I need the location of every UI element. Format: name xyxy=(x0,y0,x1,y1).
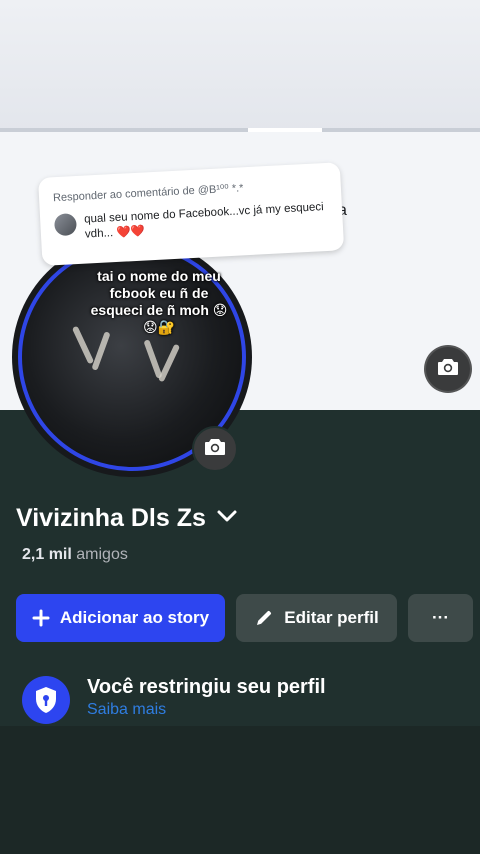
overlay-caption: tai o nome do meu fcbook eu ñ de esqueci… xyxy=(90,268,228,335)
pencil-icon xyxy=(254,608,274,628)
edit-profile-button[interactable]: Editar perfil xyxy=(236,594,397,642)
more-options-button[interactable]: ··· xyxy=(408,594,473,642)
friends-label: amigos xyxy=(76,546,128,563)
friends-count[interactable]: 2,1 mil amigos xyxy=(22,546,128,564)
restricted-title: Você restringiu seu perfil xyxy=(87,676,326,698)
chevron-down-icon[interactable] xyxy=(216,509,238,528)
hearts-emoji: ❤️❤️ xyxy=(116,225,146,239)
avatar-camera-button[interactable] xyxy=(192,426,238,472)
reply-comment-card: Responder ao comentário de @B¹⁰⁰ *.* qua… xyxy=(38,162,345,266)
feed-area xyxy=(0,726,480,854)
reply-comment-text: qual seu nome do Facebook...vc já my esq… xyxy=(84,200,329,243)
profile-name: Vivizinha Dls Zs xyxy=(16,504,206,532)
profile-name-row[interactable]: Vivizinha Dls Zs xyxy=(16,504,238,533)
add-to-story-button[interactable]: Adicionar ao story xyxy=(16,594,225,642)
camera-icon xyxy=(437,358,459,381)
camera-icon xyxy=(204,438,226,461)
restricted-profile-notice[interactable]: Você restringiu seu perfil Saiba mais xyxy=(22,676,326,724)
learn-more-link[interactable]: Saiba mais xyxy=(87,701,326,719)
shield-lock-icon xyxy=(22,676,70,724)
cover-camera-button[interactable] xyxy=(424,345,472,393)
more-icon: ··· xyxy=(432,608,449,627)
edit-profile-label: Editar perfil xyxy=(284,608,379,627)
friends-number: 2,1 mil xyxy=(22,546,72,563)
plus-icon xyxy=(32,609,50,627)
add-to-story-label: Adicionar ao story xyxy=(59,608,210,627)
reply-title: Responder ao comentário de @B¹⁰⁰ *.* xyxy=(52,182,244,205)
status-area xyxy=(0,0,480,132)
commenter-avatar xyxy=(53,213,78,237)
